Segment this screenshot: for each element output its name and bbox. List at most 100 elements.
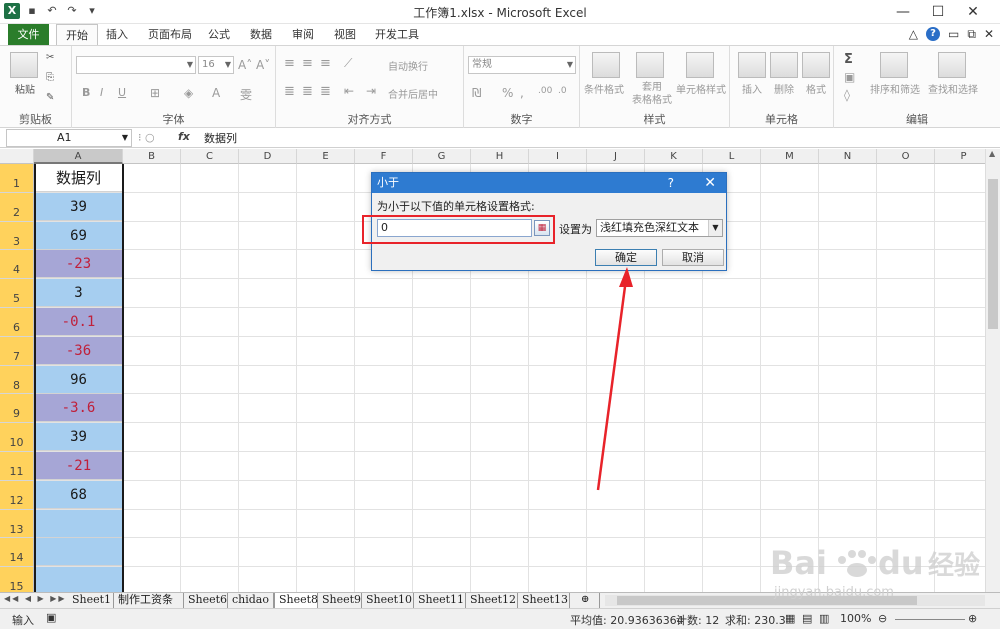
delete-cells-icon[interactable] [770,52,798,78]
window-close-icon[interactable]: ✕ [984,27,994,42]
window-minimize-icon[interactable]: ▭ [948,27,959,42]
increase-decimal-icon[interactable]: .00 [538,86,552,96]
align-left-icon[interactable]: ≣ [284,84,295,99]
zoom-out-icon[interactable]: ⊖ [878,612,887,625]
page-layout-view-icon[interactable]: ▤ [802,612,812,625]
autosum-icon[interactable]: Σ [844,52,853,67]
tab-insert[interactable]: 插入 [97,24,137,45]
row-header-9[interactable]: 9 [0,394,34,424]
cell-a1[interactable]: 数据列 [35,164,122,192]
formula-input[interactable]: 数据列 [204,130,237,146]
underline-button[interactable]: U [118,86,126,99]
sheet-tab-6[interactable]: Sheet9 [318,593,362,608]
sheet-tab-9[interactable]: Sheet12 [466,593,518,608]
cell-a8[interactable]: 96 [35,365,122,394]
phonetic-icon[interactable]: 雯 [240,86,252,103]
merge-center-button[interactable]: 合并后居中 [388,86,438,101]
insert-cells-button[interactable]: 插入 [742,81,762,96]
format-select[interactable]: 浅红填充色深红文本 ▼ [596,219,723,237]
zoom-level[interactable]: 100% [840,612,871,625]
clear-icon[interactable]: ◊ [844,88,850,102]
minimize-button[interactable]: — [888,2,918,22]
column-header-f[interactable]: F [355,149,413,164]
align-middle-icon[interactable]: ≡ [302,56,313,71]
dialog-help-button[interactable]: ? [668,173,674,193]
tab-file[interactable]: 文件 [8,24,49,45]
cell-a3[interactable]: 69 [35,221,122,250]
row-header-3[interactable]: 3 [0,221,34,251]
column-header-g[interactable]: G [413,149,471,164]
fill-color-icon[interactable]: ◈ [184,86,193,100]
align-top-icon[interactable]: ≡ [284,56,295,71]
macro-record-icon[interactable]: ▣ [46,611,56,624]
column-header-b[interactable]: B [123,149,181,164]
table-format-icon[interactable] [636,52,664,78]
column-header-p[interactable]: P [935,149,985,164]
italic-button[interactable]: I [100,86,103,99]
row-header-7[interactable]: 7 [0,336,34,366]
number-format-combo[interactable]: 常规 ▼ [468,56,576,74]
cancel-button[interactable]: 取消 [662,249,724,266]
paste-label[interactable]: 粘贴 [15,81,35,96]
vertical-scroll-thumb[interactable] [988,179,998,329]
sheet-nav-arrows-icon[interactable]: ◀◀ ◀ ▶ ▶▶ [4,594,67,603]
cell-a12[interactable]: 68 [35,480,122,509]
column-header-e[interactable]: E [297,149,355,164]
table-format-button[interactable]: 套用 表格格式 [632,81,672,107]
threshold-input[interactable]: 0 [377,219,532,237]
sheet-tab-10[interactable]: Sheet13 [518,593,570,608]
row-header-8[interactable]: 8 [0,365,34,395]
conditional-format-button[interactable]: 条件格式 [584,81,624,96]
cell-a9[interactable]: -3.6 [35,394,122,423]
delete-cells-button[interactable]: 删除 [774,81,794,96]
cell-a13[interactable] [35,509,122,538]
column-header-k[interactable]: K [645,149,703,164]
cell-a4[interactable]: -23 [35,250,122,279]
tab-data[interactable]: 数据 [241,24,281,45]
format-painter-icon[interactable]: ✎ [46,92,54,103]
sheet-tab-8[interactable]: Sheet11 [414,593,466,608]
sheet-tab-4[interactable]: chidao [228,593,274,608]
paste-icon[interactable] [10,52,38,78]
format-cells-button[interactable]: 格式 [806,81,826,96]
column-header-j[interactable]: J [587,149,645,164]
row-header-13[interactable]: 13 [0,509,34,539]
select-all-corner[interactable] [0,149,34,164]
column-header-h[interactable]: H [471,149,529,164]
row-header-5[interactable]: 5 [0,279,34,308]
row-header-12[interactable]: 12 [0,480,34,510]
indent-icon[interactable]: ⇤ [344,84,354,98]
window-restore-icon[interactable]: ⧉ [967,27,976,42]
formula-bar-splitter-icon[interactable]: ⁝ ○ [138,131,155,144]
help-icon[interactable]: ? [926,27,941,41]
tab-page-layout[interactable]: 页面布局 [139,24,201,45]
column-header-o[interactable]: O [877,149,935,164]
vertical-scrollbar[interactable]: ▲ [985,149,1000,592]
currency-icon[interactable]: ₪ [472,86,481,100]
percent-icon[interactable]: % [502,86,513,100]
copy-icon[interactable]: ⎘ [46,72,54,83]
fill-icon[interactable]: ▣ [844,70,855,84]
wrap-text-button[interactable]: 自动换行 [388,58,428,73]
maximize-button[interactable]: ☐ [923,2,953,22]
tab-view[interactable]: 视图 [325,24,365,45]
column-header-l[interactable]: L [703,149,761,164]
row-header-6[interactable]: 6 [0,308,34,337]
align-center-icon[interactable]: ≣ [302,84,313,99]
horizontal-scrollbar[interactable] [605,595,985,606]
scroll-up-icon[interactable]: ▲ [989,149,995,158]
sheet-tab-7[interactable]: Sheet10 [362,593,414,608]
shrink-font-icon[interactable]: A˅ [256,58,270,72]
font-size-combo[interactable]: 16 ▼ [198,56,234,74]
comma-icon[interactable]: , [520,86,524,100]
font-color-icon[interactable]: A [212,86,220,100]
minimize-ribbon-icon[interactable]: △ [909,27,918,42]
cell-a11[interactable]: -21 [35,452,122,480]
sheet-tab-3[interactable]: Sheet6 [184,593,228,608]
format-cells-icon[interactable] [802,52,830,78]
row-header-1[interactable]: 1 [0,164,34,193]
tab-formulas[interactable]: 公式 [199,24,239,45]
border-icon[interactable]: ⊞ [150,86,160,100]
font-name-combo[interactable]: ▼ [76,56,196,74]
column-header-m[interactable]: M [761,149,819,164]
